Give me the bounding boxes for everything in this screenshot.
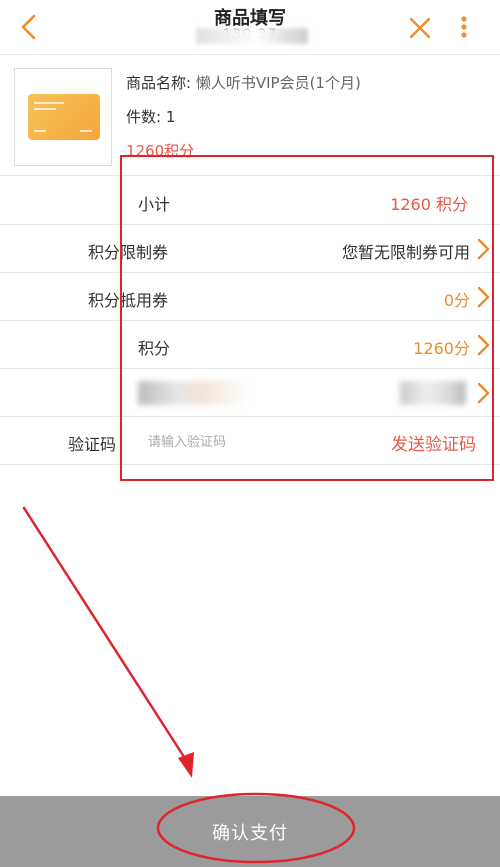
redacted-label-blur [138, 381, 248, 405]
points-label: 积分 [138, 339, 171, 358]
verify-code-input[interactable] [148, 431, 348, 453]
product-count: 件数: 1 [126, 106, 175, 127]
close-icon[interactable] [408, 16, 432, 40]
more-vertical-icon[interactable] [456, 12, 472, 42]
verify-code-row: 验证码 发送验证码 [0, 417, 500, 465]
subtotal-row: 小计 1260 积分 [0, 177, 500, 225]
chevron-right-icon [477, 286, 490, 308]
redacted-row[interactable] [0, 369, 500, 417]
points-value: 1260分 [413, 339, 470, 358]
deduct-coupon-value: 0分 [443, 291, 470, 310]
product-info: 商品名称: 懒人听书VIP会员(1个月) 件数: 1 1260积分 [0, 56, 500, 176]
product-name-value: 懒人听书VIP会员(1个月) [195, 74, 361, 92]
points-row[interactable]: 积分 1260分 [0, 321, 500, 369]
product-name-label: 商品名称: [126, 74, 192, 92]
deduct-coupon-label: 积分抵用券 [88, 291, 169, 310]
send-code-button[interactable]: 发送验证码 [391, 430, 476, 455]
unlimited-coupon-row[interactable]: 积分限制券 您暂无限制券可用 [0, 225, 500, 273]
product-name: 商品名称: 懒人听书VIP会员(1个月) [126, 72, 361, 93]
product-count-label: 件数: [126, 108, 162, 126]
page: 商品填写 130 37 商品名称: 懒人听书VIP会员(1个月) [0, 0, 500, 867]
product-price: 1260积分 [126, 142, 195, 160]
chevron-right-icon [477, 382, 490, 404]
deduct-coupon-row[interactable]: 积分抵用券 0分 [0, 273, 500, 321]
confirm-pay-button[interactable]: 确认支付 [0, 796, 500, 867]
subtotal-value: 1260 积分 [390, 195, 468, 214]
product-thumbnail [14, 68, 112, 166]
vip-card-image [28, 94, 100, 140]
product-count-value: 1 [165, 108, 176, 126]
bottom-bar: 确认支付 [0, 796, 500, 867]
subtitle-blur-mask [196, 28, 308, 44]
unlimited-coupon-label: 积分限制券 [88, 243, 169, 262]
redacted-value-blur [400, 381, 466, 405]
top-bar: 商品填写 130 37 [0, 0, 500, 55]
verify-code-label: 验证码 [68, 435, 117, 454]
unlimited-coupon-value: 您暂无限制券可用 [341, 243, 470, 262]
chevron-right-icon [477, 238, 490, 260]
subtotal-label: 小计 [138, 195, 171, 214]
chevron-right-icon [477, 334, 490, 356]
